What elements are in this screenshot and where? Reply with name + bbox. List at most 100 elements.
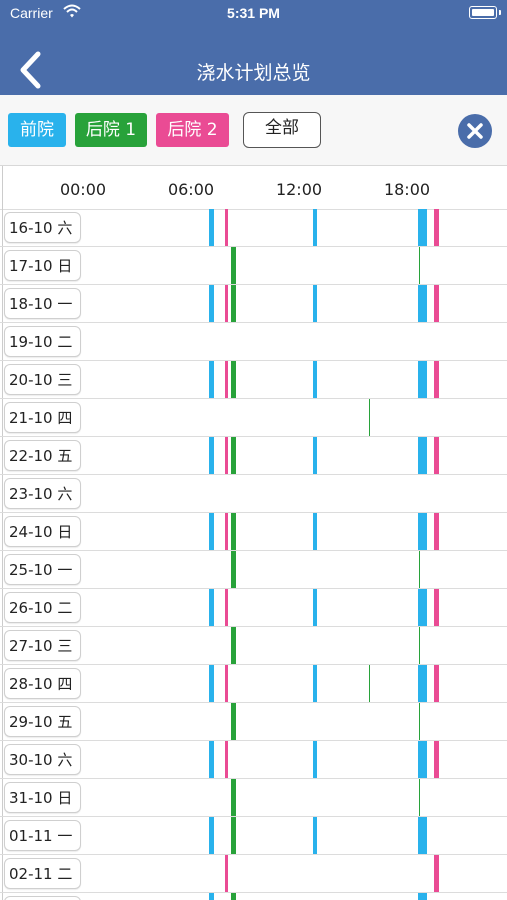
watering-bar-back1[interactable] (230, 437, 236, 474)
watering-bar-front[interactable] (209, 285, 214, 322)
date-label[interactable]: 29-10 五 (4, 706, 81, 737)
filter-back-yard-1-button[interactable]: 后院 1 (75, 113, 147, 147)
watering-bar-front[interactable] (312, 665, 317, 702)
watering-bar-back1[interactable] (418, 779, 420, 816)
schedule-row: 25-10 一 (0, 551, 507, 589)
watering-bar-back2[interactable] (434, 437, 439, 474)
watering-bar-back2[interactable] (434, 285, 439, 322)
watering-bar-back2[interactable] (225, 741, 229, 778)
watering-bar-front[interactable] (417, 589, 427, 626)
watering-bar-front[interactable] (209, 665, 214, 702)
watering-bar-back2[interactable] (225, 513, 229, 550)
watering-bar-back2[interactable] (225, 209, 229, 246)
watering-bar-back1[interactable] (230, 893, 236, 900)
watering-bar-back1[interactable] (230, 779, 236, 816)
date-label[interactable]: 25-10 一 (4, 554, 81, 585)
schedule-row: 30-10 六 (0, 741, 507, 779)
watering-bar-front[interactable] (209, 589, 214, 626)
watering-bar-back2[interactable] (434, 513, 439, 550)
date-label[interactable]: 23-10 六 (4, 478, 81, 509)
watering-bar-back1[interactable] (418, 627, 420, 664)
date-label[interactable]: 18-10 一 (4, 288, 81, 319)
watering-bar-back1[interactable] (230, 513, 236, 550)
watering-bar-back1[interactable] (418, 703, 420, 740)
date-label[interactable]: 22-10 五 (4, 440, 81, 471)
watering-bar-back1[interactable] (418, 247, 420, 284)
date-label[interactable]: 17-10 日 (4, 250, 81, 281)
filter-front-yard-button[interactable]: 前院 (8, 113, 66, 147)
watering-bar-back2[interactable] (434, 741, 439, 778)
watering-bar-front[interactable] (417, 513, 427, 550)
watering-bar-front[interactable] (312, 817, 317, 854)
watering-bar-front[interactable] (417, 665, 427, 702)
watering-bar-back1[interactable] (230, 361, 236, 398)
watering-bar-front[interactable] (417, 361, 427, 398)
schedule-row: 16-10 六 (0, 209, 507, 247)
watering-bar-back1[interactable] (369, 665, 371, 702)
watering-bar-front[interactable] (209, 361, 214, 398)
schedule-grid: 16-10 六 17-10 日 18-10 一 19-10 二 20-10 三 21-10… (0, 209, 507, 900)
watering-bar-front[interactable] (209, 741, 214, 778)
watering-bar-front[interactable] (417, 817, 427, 854)
status-time: 5:31 PM (227, 5, 280, 21)
watering-bar-front[interactable] (417, 437, 427, 474)
watering-bar-back1[interactable] (418, 551, 420, 588)
date-label[interactable]: 19-10 二 (4, 326, 81, 357)
watering-bar-front[interactable] (417, 741, 427, 778)
watering-bar-back2[interactable] (434, 665, 439, 702)
watering-bar-front[interactable] (209, 209, 214, 246)
close-icon (467, 123, 483, 139)
watering-bar-back2[interactable] (225, 285, 229, 322)
date-label[interactable] (4, 896, 81, 900)
watering-bar-front[interactable] (209, 437, 214, 474)
watering-bar-back1[interactable] (230, 247, 236, 284)
watering-bar-front[interactable] (417, 285, 427, 322)
watering-bar-front[interactable] (417, 893, 427, 900)
date-label[interactable]: 01-11 一 (4, 820, 81, 851)
watering-bar-back2[interactable] (434, 361, 439, 398)
date-label[interactable]: 31-10 日 (4, 782, 81, 813)
watering-bar-front[interactable] (312, 513, 317, 550)
schedule-row: 21-10 四 (0, 399, 507, 437)
watering-bar-back1[interactable] (230, 627, 236, 664)
watering-bar-back2[interactable] (434, 209, 439, 246)
date-label[interactable]: 28-10 四 (4, 668, 81, 699)
watering-bar-back2[interactable] (434, 855, 439, 892)
date-label[interactable]: 20-10 三 (4, 364, 81, 395)
filter-all-button[interactable]: 全部 (243, 112, 321, 148)
watering-bar-back1[interactable] (369, 399, 371, 436)
time-tick-label: 06:00 (167, 180, 215, 199)
watering-bar-front[interactable] (312, 361, 317, 398)
date-label[interactable]: 02-11 二 (4, 858, 81, 889)
date-label[interactable]: 27-10 三 (4, 630, 81, 661)
filter-back-yard-2-button[interactable]: 后院 2 (156, 113, 229, 147)
watering-bar-back2[interactable] (225, 855, 229, 892)
watering-bar-front[interactable] (312, 437, 317, 474)
watering-bar-front[interactable] (417, 209, 427, 246)
watering-bar-front[interactable] (312, 741, 317, 778)
watering-bar-back2[interactable] (225, 437, 229, 474)
close-button[interactable] (458, 114, 492, 148)
watering-bar-front[interactable] (312, 209, 317, 246)
watering-bar-back1[interactable] (230, 551, 236, 588)
time-axis: 00:00 06:00 12:00 18:00 (0, 166, 507, 210)
battery-icon (469, 6, 497, 19)
date-label[interactable]: 24-10 日 (4, 516, 81, 547)
watering-bar-front[interactable] (209, 513, 214, 550)
watering-bar-back2[interactable] (225, 361, 229, 398)
watering-bar-front[interactable] (312, 285, 317, 322)
watering-bar-back2[interactable] (225, 589, 229, 626)
watering-bar-back1[interactable] (230, 285, 236, 322)
watering-bar-back1[interactable] (230, 703, 236, 740)
date-label[interactable]: 26-10 二 (4, 592, 81, 623)
watering-bar-front[interactable] (312, 589, 317, 626)
date-label[interactable]: 30-10 六 (4, 744, 81, 775)
watering-bar-back2[interactable] (434, 589, 439, 626)
watering-bar-front[interactable] (209, 817, 214, 854)
date-label[interactable]: 21-10 四 (4, 402, 81, 433)
watering-bar-front[interactable] (209, 893, 214, 900)
date-label[interactable]: 16-10 六 (4, 212, 81, 243)
watering-bar-back1[interactable] (230, 817, 236, 854)
filter-bar: 前院 后院 1 后院 2 全部 (0, 95, 507, 166)
watering-bar-back2[interactable] (225, 665, 229, 702)
